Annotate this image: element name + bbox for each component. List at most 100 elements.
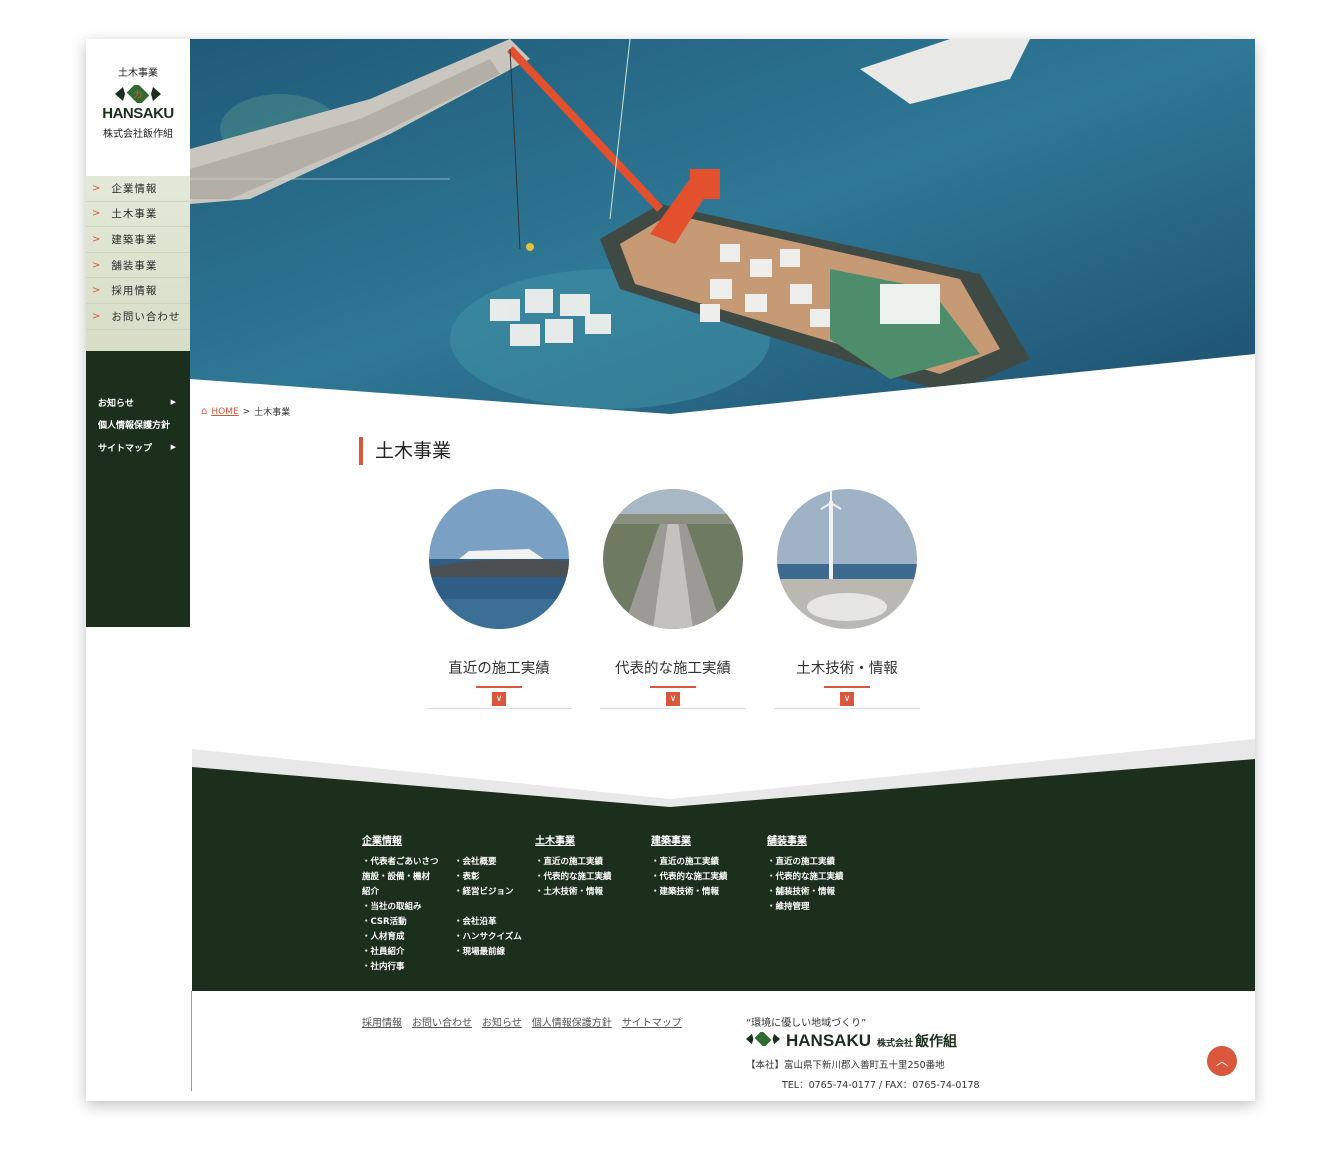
footer-link[interactable]: ・経営ビジョン (454, 885, 522, 900)
back-to-top-button[interactable]: ︿ (1207, 1046, 1237, 1076)
card-image-breakwater[interactable] (429, 489, 569, 629)
chevron-right-icon: > (92, 285, 102, 297)
footer-link[interactable]: ・社内行事 (362, 960, 448, 975)
chevron-right-icon: > (92, 208, 102, 220)
footer-link[interactable]: ・直近の施工実績 (651, 855, 767, 870)
chevron-right-icon: > (92, 310, 102, 322)
footer-brand-wordmark: HANSAKU (786, 1031, 871, 1050)
page-title: 土木事業 (359, 437, 451, 465)
triangle-right-icon: ▶ (170, 398, 176, 407)
card-label: 直近の施工実績 (448, 661, 550, 677)
footer-link[interactable]: 紹介 (362, 885, 448, 900)
card-underline (824, 686, 870, 688)
menu-item-contact[interactable]: > お問い合わせ (86, 304, 190, 330)
footer-link[interactable]: ・会社概要 (454, 855, 522, 870)
footer-spacer (454, 900, 522, 915)
footer-link[interactable]: ・維持管理 (767, 900, 877, 915)
footer-link[interactable]: ・土木技術・情報 (535, 885, 651, 900)
footer-link[interactable]: ・代表者ごあいさつ (362, 855, 448, 870)
home-icon: ⌂ (201, 406, 208, 417)
footer-link[interactable]: 施設・設備・機材 (362, 870, 448, 885)
chevron-down-icon[interactable]: ∨ (666, 691, 680, 706)
hero-image (190, 39, 1255, 414)
logo-wordmark: HANSAKU (102, 105, 174, 122)
chevron-right-icon: > (92, 233, 102, 245)
page-frame: 土木事業 カ HANSAKU 株式会社飯作組 > 企業情報 > 土木事業 > 建築事業… (86, 39, 1255, 1101)
svg-text:カ: カ (133, 89, 143, 101)
footer-link[interactable]: ・会社沿革 (454, 915, 522, 930)
footer-link-sitemap[interactable]: サイトマップ (622, 1014, 682, 1029)
chevron-right-icon: > (92, 259, 102, 271)
subnav-label: 個人情報保護方針 (98, 421, 171, 432)
footer-bottom-links: 採用情報 お問い合わせ お知らせ 個人情報保護方針 サイトマップ (362, 1014, 682, 1029)
arrow-up-icon: ︿ (1215, 1054, 1228, 1068)
subnav-item-news[interactable]: お知らせ ▶ (86, 391, 190, 414)
footer-nav: 企業情報 ・代表者ごあいさつ 施設・設備・機材 紹介 ・当社の取組み ・CSR活… (362, 832, 877, 975)
chevron-down-icon[interactable]: ∨ (840, 691, 854, 706)
footer-col-title[interactable]: 舗装事業 (767, 832, 877, 847)
subnav-label: サイトマップ (98, 443, 153, 454)
main-menu: > 企業情報 > 土木事業 > 建築事業 > 舗装事業 > 採用情報 > お問い合わせ (86, 176, 190, 351)
card-underline (476, 686, 522, 688)
footer-col-civil: 土木事業 ・直近の施工実績 ・代表的な施工実績 ・土木技術・情報 (535, 832, 651, 975)
menu-item-label: 建築事業 (111, 233, 158, 246)
subnav-label: お知らせ (98, 398, 134, 409)
menu-item-building[interactable]: > 建築事業 (86, 227, 190, 253)
footer-link[interactable]: ・直近の施工実績 (535, 855, 651, 870)
logo-company: 株式会社飯作組 (103, 129, 173, 140)
footer-link[interactable]: ・人材育成 (362, 930, 448, 945)
card-representative-works[interactable]: 代表的な施工実績 ∨ (600, 489, 746, 709)
footer-brand-kk: 株式会社 (877, 1039, 914, 1049)
footer-link[interactable]: ・CSR活動 (362, 915, 448, 930)
footer-col-title[interactable]: 建築事業 (651, 832, 767, 847)
footer-link-news[interactable]: お知らせ (482, 1014, 522, 1029)
footer-left-rule (191, 991, 192, 1091)
footer-link[interactable]: ・代表的な施工実績 (767, 870, 877, 885)
footer-link[interactable]: ・ハンサクイズム (454, 930, 522, 945)
subnav-item-sitemap[interactable]: サイトマップ ▶ (86, 436, 190, 459)
card-divider (426, 707, 572, 709)
logo-mark-icon: カ (115, 85, 161, 103)
chevron-down-icon[interactable]: ∨ (492, 691, 506, 706)
footer-link-contact[interactable]: お問い合わせ (412, 1014, 472, 1029)
breadcrumb-separator: > (242, 406, 251, 417)
footer-link[interactable]: ・代表的な施工実績 (535, 870, 651, 885)
subnav-item-privacy[interactable]: 個人情報保護方針 (86, 414, 190, 437)
logo[interactable]: 土木事業 カ HANSAKU 株式会社飯作組 (86, 39, 190, 176)
breadcrumb-current: 土木事業 (254, 408, 291, 418)
card-image-wind-turbine[interactable] (777, 489, 917, 629)
footer-link[interactable]: ・現場最前線 (454, 945, 522, 960)
sidebar: 土木事業 カ HANSAKU 株式会社飯作組 > 企業情報 > 土木事業 > 建築事業… (86, 39, 190, 627)
breadcrumb-home-link[interactable]: HOME (211, 407, 238, 417)
menu-item-label: 舗装事業 (111, 259, 158, 272)
footer-slogan: “環境に優しい地域づくり” (746, 1018, 867, 1029)
card-label: 土木技術・情報 (796, 661, 898, 677)
footer-col-title[interactable]: 土木事業 (535, 832, 651, 847)
card-image-highway[interactable] (603, 489, 743, 629)
menu-item-label: 採用情報 (111, 285, 158, 298)
brand-mark-icon (746, 1032, 780, 1046)
card-civil-technology[interactable]: 土木技術・情報 ∨ (774, 489, 920, 709)
footer-link[interactable]: ・建築技術・情報 (651, 885, 767, 900)
footer-link[interactable]: ・表彰 (454, 870, 522, 885)
footer-col-building: 建築事業 ・直近の施工実績 ・代表的な施工実績 ・建築技術・情報 (651, 832, 767, 975)
menu-item-company[interactable]: > 企業情報 (86, 176, 190, 202)
footer-link[interactable]: ・代表的な施工実績 (651, 870, 767, 885)
menu-item-paving[interactable]: > 舗装事業 (86, 253, 190, 279)
breadcrumb: ⌂ HOME > 土木事業 (201, 405, 290, 418)
card-divider (774, 707, 920, 709)
footer-link-privacy[interactable]: 個人情報保護方針 (532, 1014, 612, 1029)
card-underline (650, 686, 696, 688)
menu-item-recruit[interactable]: > 採用情報 (86, 278, 190, 304)
footer-link[interactable]: ・直近の施工実績 (767, 855, 877, 870)
card-recent-works[interactable]: 直近の施工実績 ∨ (426, 489, 572, 709)
menu-item-civil[interactable]: > 土木事業 (86, 202, 190, 228)
footer-link-recruit[interactable]: 採用情報 (362, 1014, 402, 1029)
footer-link[interactable]: ・舗装技術・情報 (767, 885, 877, 900)
menu-item-label: 企業情報 (111, 182, 158, 195)
footer-link[interactable]: ・当社の取組み (362, 900, 448, 915)
footer-col-paving: 舗装事業 ・直近の施工実績 ・代表的な施工実績 ・舗装技術・情報 ・維持管理 (767, 832, 877, 975)
menu-item-label: お問い合わせ (111, 310, 181, 323)
footer-link[interactable]: ・社員紹介 (362, 945, 448, 960)
footer-col-title[interactable]: 企業情報 (362, 832, 535, 847)
